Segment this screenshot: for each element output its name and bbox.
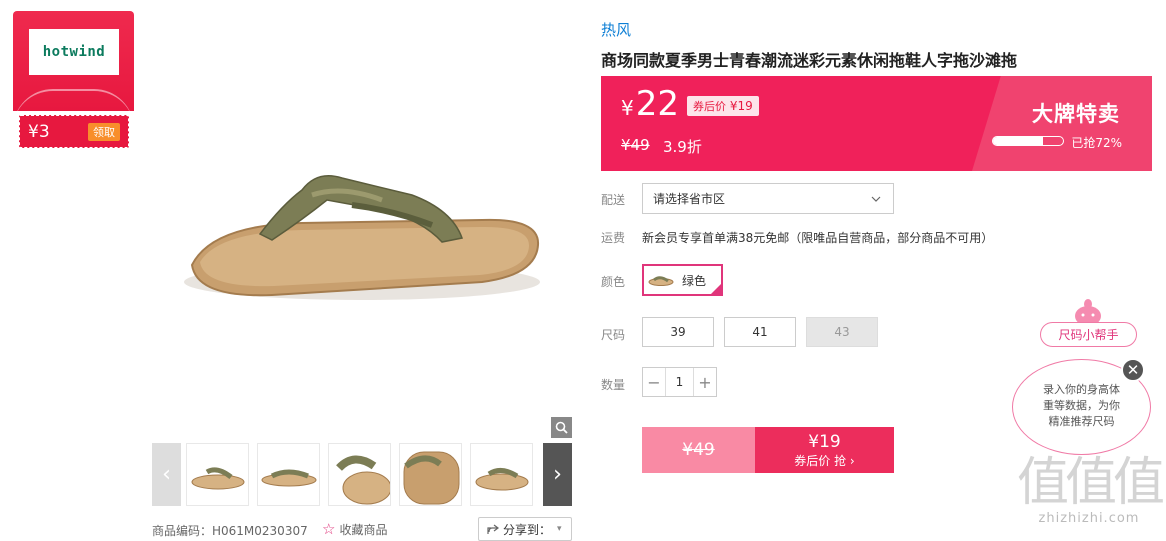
coupon-price-label: 券后价 — [693, 100, 726, 113]
delivery-label: 配送 — [601, 193, 626, 207]
favorite-button[interactable]: ☆ 收藏商品 — [322, 520, 387, 538]
quantity-input[interactable]: 1 — [665, 368, 694, 396]
favorite-label: 收藏商品 — [339, 522, 388, 537]
brand-logo: hotwind — [29, 29, 119, 75]
color-option-label: 绿色 — [682, 273, 707, 288]
close-icon[interactable]: ✕ — [1121, 358, 1145, 382]
size-helper-line: 录入你的身高体 — [1043, 383, 1120, 396]
currency-symbol: ¥ — [621, 96, 634, 120]
brand-link[interactable]: 热风 — [601, 19, 631, 40]
quantity-decrease-button[interactable]: − — [643, 368, 665, 396]
chevron-down-icon: ▾ — [557, 524, 562, 534]
buy-coupon-price: ¥19 — [808, 431, 841, 452]
coupon-price-value: ¥19 — [729, 99, 753, 113]
current-price: ¥ 22 — [621, 84, 679, 124]
color-label: 颜色 — [601, 275, 626, 289]
buy-with-coupon-button[interactable]: ¥19 券后价 抢 › — [755, 427, 894, 473]
thumbnail-prev-button[interactable]: ‹ — [152, 443, 181, 506]
original-price: ¥49 — [621, 136, 650, 154]
selected-check-icon — [710, 283, 722, 295]
thumbnail-item[interactable] — [470, 443, 533, 506]
main-product-image[interactable] — [152, 20, 572, 438]
sold-progress-bar — [992, 136, 1064, 146]
color-option-green[interactable]: 绿色 — [642, 264, 723, 296]
thumbnail-strip — [186, 443, 538, 506]
buy-original-price[interactable]: ¥49 — [642, 427, 755, 473]
coupon-header: hotwind — [13, 11, 134, 111]
share-button[interactable]: 分享到： ▾ — [478, 517, 572, 541]
coupon-card[interactable]: hotwind ¥3 领取 — [13, 11, 134, 148]
size-label: 尺码 — [601, 328, 626, 342]
star-icon: ☆ — [322, 520, 336, 538]
shipping-label: 运费 — [601, 231, 626, 245]
coupon-price-badge: 券后价 ¥19 — [687, 96, 759, 116]
delivery-region-value: 请选择省市区 — [653, 192, 726, 206]
buy-action-label: 券后价 抢 › — [794, 453, 855, 468]
size-option-41[interactable]: 41 — [724, 317, 796, 347]
site-watermark: 值值值 zhizhizhi.com — [1014, 453, 1165, 526]
claim-coupon-button[interactable]: 领取 — [88, 122, 120, 141]
promo-title: 大牌特卖 — [1032, 102, 1120, 126]
quantity-stepper: − 1 + — [642, 367, 717, 397]
quantity-increase-button[interactable]: + — [694, 368, 716, 396]
delivery-region-select[interactable]: 请选择省市区 — [642, 183, 894, 214]
size-option-43-unavailable: 43 — [806, 317, 878, 347]
price-panel: ¥ 22 券后价 ¥19 ¥49 3.9折 大牌特卖 已抢72% — [601, 76, 1152, 171]
thumbnail-item[interactable] — [328, 443, 391, 506]
watermark-logo: 值值值 — [1016, 453, 1165, 513]
brand-logo-text: hotwind — [42, 44, 106, 60]
sandal-illustration — [184, 175, 540, 300]
coupon-amount: ¥3 — [28, 121, 50, 142]
chevron-down-icon — [871, 196, 881, 202]
size-option-39[interactable]: 39 — [642, 317, 714, 347]
discount-rate: 3.9折 — [663, 138, 702, 156]
current-price-value: 22 — [635, 84, 679, 124]
zoom-in-icon[interactable] — [551, 417, 572, 438]
watermark-site: zhizhizhi.com — [1038, 511, 1140, 526]
thumbnail-next-button[interactable]: › — [543, 443, 572, 506]
thumbnail-item[interactable] — [399, 443, 462, 506]
size-helper-tag[interactable]: 尺码小帮手 — [1040, 322, 1137, 347]
thumbnail-item[interactable] — [257, 443, 320, 506]
share-icon — [487, 524, 499, 534]
coupon-claim-bar[interactable]: ¥3 领取 — [19, 115, 129, 148]
sold-progress-fill — [993, 137, 1044, 145]
quantity-label: 数量 — [601, 378, 626, 392]
thumbnail-item[interactable] — [186, 443, 249, 506]
product-title: 商场同款夏季男士青春潮流迷彩元素休闲拖鞋人字拖沙滩拖 — [601, 51, 1018, 70]
color-swatch-thumbnail — [648, 276, 674, 286]
share-label: 分享到： — [503, 522, 552, 537]
item-code: 商品编码：H061M0230307 — [152, 524, 308, 538]
sold-percent-text: 已抢72% — [1071, 136, 1122, 150]
size-helper-line: 重等数据，为你 — [1043, 399, 1120, 412]
shipping-text: 新会员专享首单满38元免邮（限唯品自营商品，部分商品不可用） — [642, 231, 994, 245]
size-helper-line: 精准推荐尺码 — [1048, 415, 1115, 428]
